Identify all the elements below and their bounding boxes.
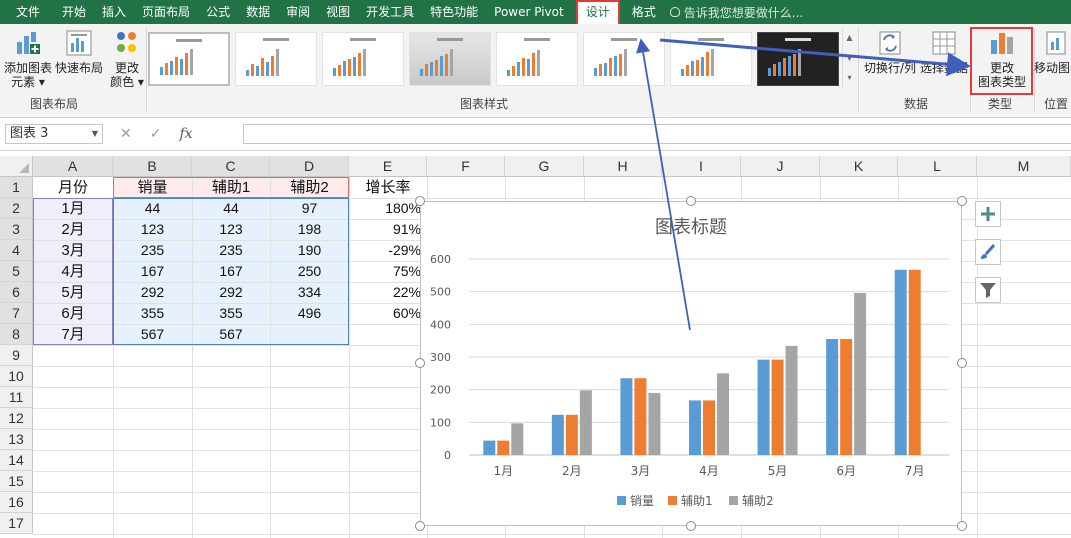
annotation-arrows: [635, 38, 971, 331]
arrow-to-change-type: [659, 38, 971, 77]
arrow-to-design-tab: [635, 38, 691, 331]
